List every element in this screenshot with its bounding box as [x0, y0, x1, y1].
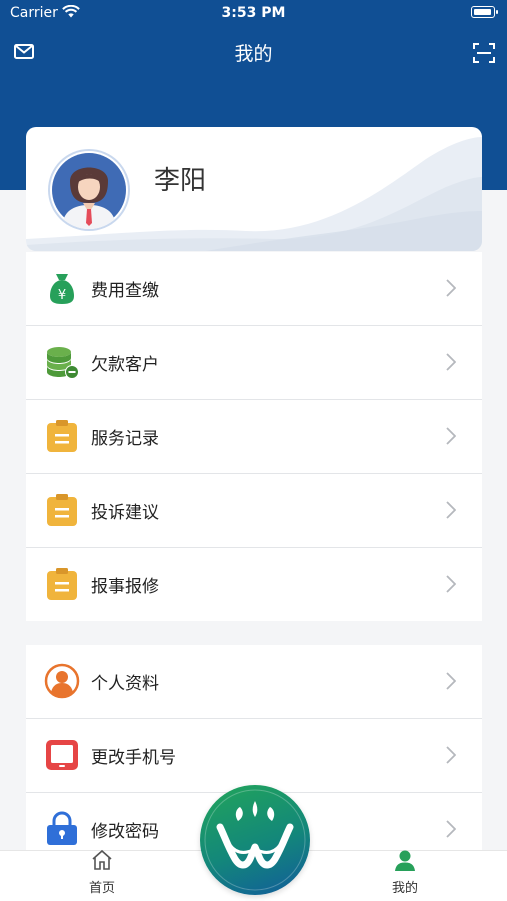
menu-group-services: ¥ 费用查缴 欠款客户 服务记录 投诉建议 报事报修 [26, 252, 482, 621]
menu-item-label: 报事报修 [91, 577, 159, 597]
lock-icon [47, 811, 77, 845]
menu-item-label: 修改密码 [91, 822, 159, 842]
menu-item-service-records[interactable]: 服务记录 [26, 400, 482, 474]
menu-item-label: 投诉建议 [91, 503, 159, 523]
home-icon [92, 849, 112, 870]
chevron-right-icon [446, 501, 456, 519]
coin-stack-icon [47, 347, 79, 379]
scan-icon[interactable] [473, 42, 495, 64]
menu-item-label: 欠款客户 [91, 355, 159, 375]
chevron-right-icon [446, 353, 456, 371]
menu-item-repair-report[interactable]: 报事报修 [26, 548, 482, 621]
profile-card[interactable]: 李阳 [26, 127, 482, 251]
tab-home-label: 首页 [88, 881, 115, 896]
menu-item-label: 个人资料 [91, 674, 159, 694]
menu-item-label: 更改手机号 [91, 748, 176, 768]
chevron-right-icon [446, 746, 456, 764]
money-bag-icon: ¥ [50, 274, 74, 304]
tab-mine[interactable]: 我的 [365, 850, 445, 901]
svg-text:¥: ¥ [58, 288, 66, 303]
chevron-right-icon [446, 427, 456, 445]
tab-mine-label: 我的 [391, 881, 418, 896]
avatar [50, 151, 128, 229]
center-logo-button[interactable] [200, 785, 310, 895]
battery-icon [471, 6, 498, 18]
status-bar: Carrier 3:53 PM [0, 0, 507, 28]
tab-home[interactable]: 首页 [62, 849, 142, 901]
menu-item-label: 费用查缴 [91, 281, 159, 301]
menu-item-debt-customers[interactable]: 欠款客户 [26, 326, 482, 400]
page-title: 我的 [234, 43, 273, 65]
clipboard-icon [47, 568, 77, 600]
chevron-right-icon [446, 820, 456, 838]
person-icon [44, 663, 80, 699]
status-time: 3:53 PM [221, 5, 286, 21]
clipboard-icon [47, 420, 77, 452]
menu-item-personal-info[interactable]: 个人资料 [26, 645, 482, 719]
phone-icon [46, 740, 78, 770]
chevron-right-icon [446, 672, 456, 690]
clipboard-icon [47, 494, 77, 526]
menu-item-change-phone[interactable]: 更改手机号 [26, 719, 482, 793]
menu-item-fee-payment[interactable]: ¥ 费用查缴 [26, 252, 482, 326]
chevron-right-icon [446, 575, 456, 593]
menu-item-complaints[interactable]: 投诉建议 [26, 474, 482, 548]
brand-logo-icon [204, 789, 306, 891]
chevron-right-icon [446, 279, 456, 297]
user-name: 李阳 [154, 166, 207, 196]
menu-item-label: 服务记录 [91, 429, 159, 449]
person-icon [395, 850, 415, 871]
